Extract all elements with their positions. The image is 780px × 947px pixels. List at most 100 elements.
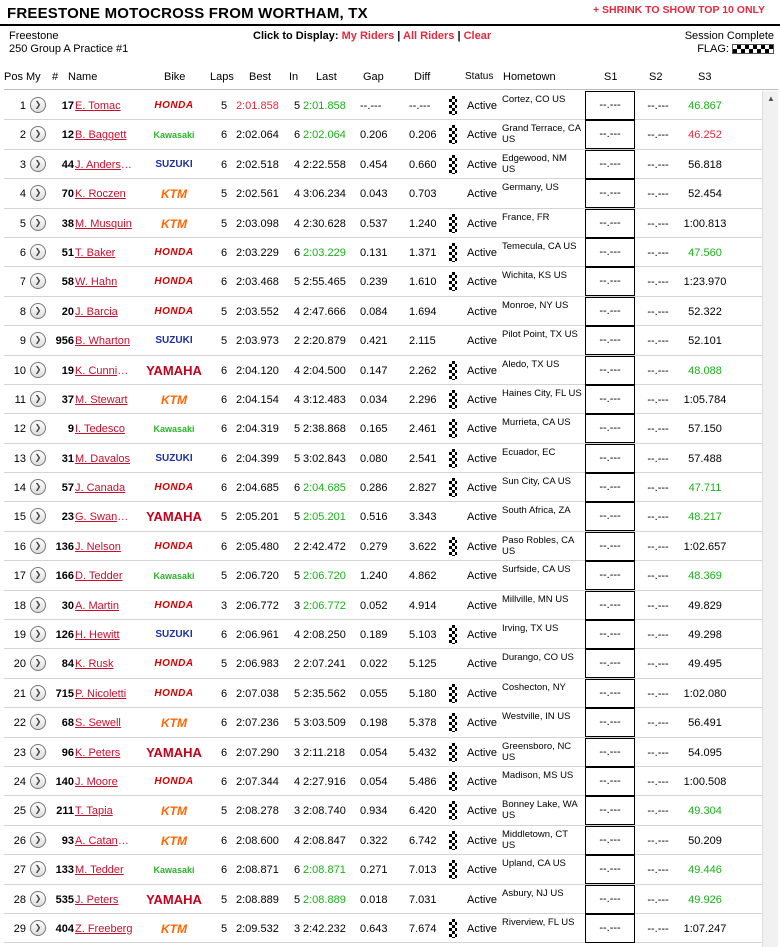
- rider-name-link[interactable]: K. Rusk: [75, 658, 133, 670]
- rider-name-link[interactable]: S. Sewell: [75, 717, 133, 729]
- position-cell: 16: [13, 540, 26, 553]
- add-my-rider-button[interactable]: ❯: [30, 861, 46, 878]
- rider-name-link[interactable]: A. Catanzaro: [75, 835, 133, 847]
- rider-name-link[interactable]: T. Baker: [75, 247, 133, 259]
- add-my-rider-button[interactable]: ❯: [30, 714, 46, 731]
- col-in[interactable]: In: [289, 71, 298, 83]
- status-cell: Active: [467, 511, 497, 524]
- add-my-rider-button[interactable]: ❯: [30, 273, 46, 290]
- table-row: 18 ❯ 30 A. Martin HONDA 3 2:06.772 3 2:06.772 0.0…: [4, 590, 762, 621]
- rider-name-link[interactable]: J. Peters: [75, 894, 133, 906]
- col-s2[interactable]: S2: [649, 71, 662, 83]
- rider-name-link[interactable]: J. Anderson: [75, 159, 133, 171]
- clear-link[interactable]: Clear: [464, 30, 492, 42]
- rider-name-link[interactable]: G. Swanep...: [75, 511, 133, 523]
- rider-name-link[interactable]: H. Hewitt: [75, 629, 133, 641]
- add-my-rider-button[interactable]: ❯: [30, 420, 46, 437]
- add-my-rider-button[interactable]: ❯: [30, 831, 46, 848]
- hometown-cell: Riverview, FL US: [502, 916, 575, 928]
- add-my-rider-button[interactable]: ❯: [30, 626, 46, 643]
- table-row: 4 ❯ 70 K. Roczen KTM 5 2:02.561 4 3:06.234 0.043 0…: [4, 179, 762, 209]
- add-my-rider-button[interactable]: ❯: [30, 185, 46, 202]
- best-lap-cell: 2:07.344: [236, 775, 279, 788]
- rider-name-link[interactable]: M. Tedder: [75, 864, 133, 876]
- add-my-rider-button[interactable]: ❯: [30, 302, 46, 319]
- rider-name-link[interactable]: P. Nicoletti: [75, 688, 133, 700]
- best-lap-cell: 2:06.983: [236, 658, 279, 671]
- my-riders-link[interactable]: My Riders: [342, 30, 395, 42]
- col-s3[interactable]: S3: [698, 71, 711, 83]
- add-my-rider-button[interactable]: ❯: [30, 743, 46, 760]
- last-lap-cell: 2:04.685: [303, 482, 346, 495]
- rider-name-link[interactable]: J. Barcia: [75, 306, 133, 318]
- add-my-rider-button[interactable]: ❯: [30, 596, 46, 613]
- col-status[interactable]: Status: [465, 71, 493, 82]
- rider-name-link[interactable]: M. Musquin: [75, 218, 133, 230]
- best-lap-cell: 2:02.561: [236, 188, 279, 201]
- col-name[interactable]: Name: [68, 71, 97, 83]
- rider-name-link[interactable]: K. Cunning...: [75, 365, 133, 377]
- add-my-rider-button[interactable]: ❯: [30, 97, 46, 113]
- rider-name-link[interactable]: J. Moore: [75, 776, 133, 788]
- rider-name-link[interactable]: J. Nelson: [75, 541, 133, 553]
- col-gap[interactable]: Gap: [363, 71, 384, 83]
- add-my-rider-button[interactable]: ❯: [30, 919, 46, 936]
- rider-name-link[interactable]: B. Wharton: [75, 335, 133, 347]
- add-my-rider-button[interactable]: ❯: [30, 155, 46, 172]
- add-my-rider-button[interactable]: ❯: [30, 655, 46, 672]
- rider-name-link[interactable]: E. Tomac: [75, 100, 133, 112]
- bike-brand-logo: KTM: [161, 833, 187, 848]
- rider-name-link[interactable]: I. Tedesco: [75, 423, 133, 435]
- rider-name-link[interactable]: J. Canada: [75, 482, 133, 494]
- scrollbar[interactable]: ▲: [762, 91, 778, 947]
- rider-name-link[interactable]: M. Davalos: [75, 453, 133, 465]
- rider-name-link[interactable]: K. Roczen: [75, 188, 133, 200]
- rider-name-link[interactable]: M. Stewart: [75, 394, 133, 406]
- rider-name-link[interactable]: W. Hahn: [75, 276, 133, 288]
- hometown-cell: Coshecton, NY: [502, 681, 566, 693]
- rider-name-link[interactable]: A. Martin: [75, 600, 133, 612]
- rider-name-link[interactable]: K. Peters: [75, 747, 133, 759]
- last-lap-cell: 2:08.740: [303, 805, 346, 818]
- col-hometown[interactable]: Hometown: [503, 71, 556, 83]
- position-cell: 2: [19, 129, 26, 142]
- add-my-rider-button[interactable]: ❯: [30, 214, 46, 231]
- scroll-up-arrow-icon[interactable]: ▲: [767, 94, 775, 103]
- rider-name-link[interactable]: D. Tedder: [75, 570, 133, 582]
- shrink-top-10-link[interactable]: + SHRINK TO SHOW TOP 10 ONLY: [593, 4, 765, 16]
- all-riders-link[interactable]: All Riders: [403, 30, 454, 42]
- col-my[interactable]: My: [26, 71, 41, 83]
- add-my-rider-button[interactable]: ❯: [30, 567, 46, 584]
- rider-name-link[interactable]: T. Tapia: [75, 805, 133, 817]
- bike-brand-logo: Kawasaki: [153, 130, 195, 141]
- col-diff[interactable]: Diff: [414, 71, 430, 83]
- add-my-rider-button[interactable]: ❯: [30, 243, 46, 260]
- col-s1[interactable]: S1: [604, 71, 617, 83]
- best-lap-number: 4: [293, 834, 301, 847]
- col-last[interactable]: Last: [316, 71, 337, 83]
- rider-name-link[interactable]: B. Baggett: [75, 129, 133, 141]
- add-my-rider-button[interactable]: ❯: [30, 802, 46, 819]
- col-bike[interactable]: Bike: [164, 71, 185, 83]
- add-my-rider-button[interactable]: ❯: [30, 508, 46, 525]
- add-my-rider-button[interactable]: ❯: [30, 126, 46, 143]
- col-pos[interactable]: Pos: [4, 71, 23, 83]
- add-my-rider-button[interactable]: ❯: [30, 684, 46, 701]
- add-my-rider-button[interactable]: ❯: [30, 332, 46, 349]
- last-lap-cell: 2:42.232: [303, 922, 346, 935]
- add-my-rider-button[interactable]: ❯: [30, 449, 46, 466]
- last-lap-cell: 2:08.847: [303, 834, 346, 847]
- add-my-rider-button[interactable]: ❯: [30, 537, 46, 554]
- add-my-rider-button[interactable]: ❯: [30, 361, 46, 378]
- rider-name-link[interactable]: Z. Freeberg: [75, 923, 133, 935]
- diff-cell: 6.742: [409, 834, 437, 847]
- col-number[interactable]: #: [52, 71, 58, 83]
- col-best[interactable]: Best: [249, 71, 271, 83]
- add-my-rider-button[interactable]: ❯: [30, 772, 46, 789]
- add-my-rider-button[interactable]: ❯: [30, 390, 46, 407]
- add-my-rider-button[interactable]: ❯: [30, 890, 46, 907]
- sector3-cell: 1:07.247: [683, 922, 727, 935]
- bike-brand-logo: SUZUKI: [155, 452, 193, 464]
- add-my-rider-button[interactable]: ❯: [30, 479, 46, 496]
- col-laps[interactable]: Laps: [210, 71, 234, 83]
